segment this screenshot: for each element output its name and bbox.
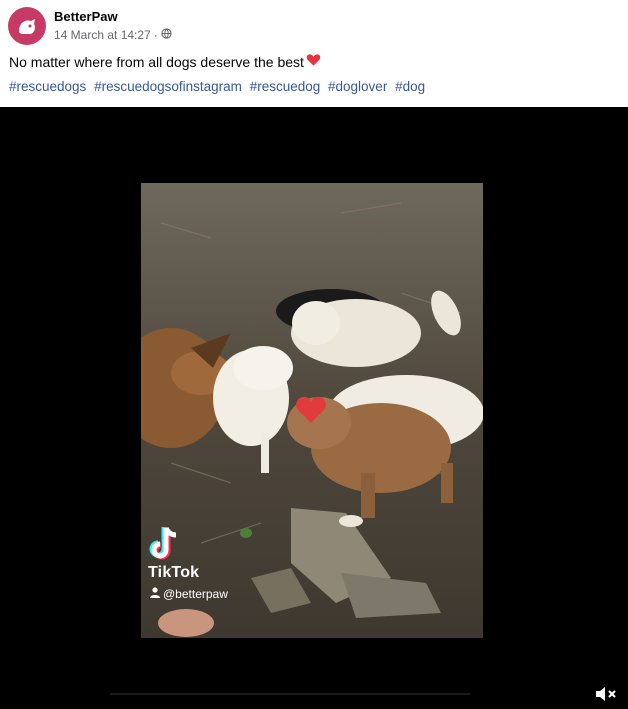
- caption-text: No matter where from all dogs deserve th…: [9, 53, 304, 70]
- author-name[interactable]: BetterPaw: [54, 9, 118, 24]
- tiktok-logo-icon: [147, 525, 183, 568]
- hashtag-link[interactable]: #dog: [395, 79, 425, 94]
- post-meta: 14 March at 14:27 ·: [54, 28, 172, 42]
- user-icon: [150, 587, 160, 601]
- paw-logo-icon[interactable]: [8, 7, 46, 45]
- volume-muted-icon[interactable]: [594, 685, 618, 703]
- tiktok-brand-label: TikTok: [148, 564, 200, 581]
- tiktok-handle: @betterpaw: [150, 587, 228, 601]
- progress-track[interactable]: [110, 693, 470, 695]
- hashtag-list: #rescuedogs #rescuedogsofinstagram #resc…: [9, 79, 429, 94]
- meta-separator: ·: [153, 28, 158, 42]
- post-header: BetterPaw 14 March at 14:27 ·: [0, 0, 628, 50]
- hashtag-link[interactable]: #rescuedog: [250, 79, 321, 94]
- hashtag-link[interactable]: #rescuedogsofinstagram: [94, 79, 242, 94]
- video-player[interactable]: TikTok @betterpaw: [0, 107, 628, 709]
- globe-icon: [161, 28, 172, 42]
- red-heart-icon: [306, 53, 321, 70]
- handle-text: @betterpaw: [163, 587, 228, 601]
- video-controls: [0, 679, 628, 709]
- hashtag-link[interactable]: #rescuedogs: [9, 79, 86, 94]
- post-timestamp[interactable]: 14 March at 14:27: [54, 28, 151, 42]
- post-caption: No matter where from all dogs deserve th…: [9, 53, 321, 70]
- hashtag-link[interactable]: #doglover: [328, 79, 387, 94]
